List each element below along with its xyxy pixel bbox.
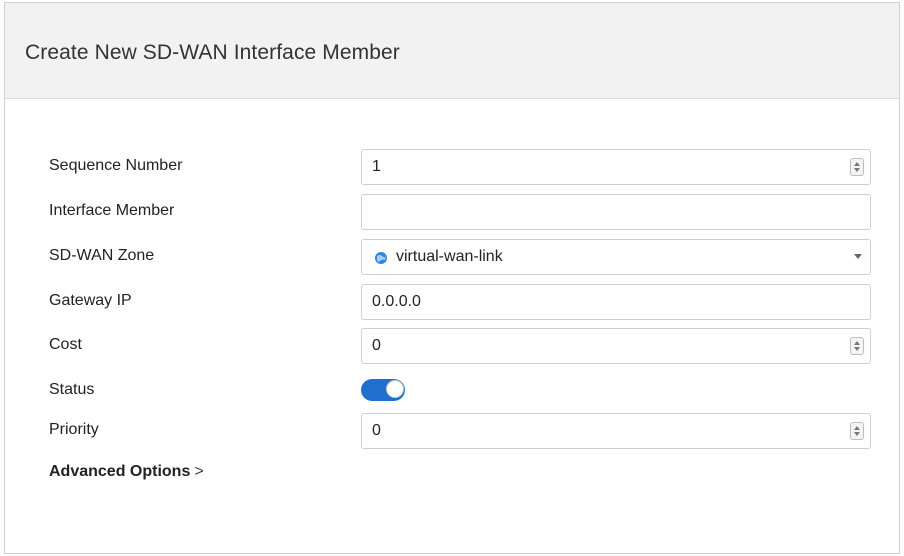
sequence-number-value: 1 <box>372 158 381 175</box>
spinner-icon[interactable] <box>850 337 864 355</box>
interface-member-label: Interface Member <box>49 202 175 219</box>
gateway-ip-value: 0.0.0.0 <box>372 293 421 310</box>
priority-label: Priority <box>49 421 99 438</box>
globe-icon <box>375 252 387 264</box>
row-cost: Cost 0 <box>49 328 879 364</box>
row-gateway-ip: Gateway IP 0.0.0.0 <box>49 284 879 320</box>
chevron-down-icon[interactable] <box>854 254 862 259</box>
row-interface-member: Interface Member <box>49 194 879 230</box>
cost-value: 0 <box>372 337 381 354</box>
cost-input[interactable]: 0 <box>361 328 871 364</box>
row-sdwan-zone: SD-WAN Zone virtual-wan-link <box>49 239 879 275</box>
gateway-ip-label: Gateway IP <box>49 292 132 309</box>
row-priority: Priority 0 <box>49 413 879 449</box>
sdwan-zone-select[interactable]: virtual-wan-link <box>361 239 871 275</box>
chevron-right-icon: > <box>194 463 204 480</box>
spinner-icon[interactable] <box>850 422 864 440</box>
dialog-title: Create New SD-WAN Interface Member <box>25 41 400 64</box>
priority-value: 0 <box>372 422 381 439</box>
advanced-options-label: Advanced Options <box>49 463 191 480</box>
sdwan-zone-value: virtual-wan-link <box>396 248 503 265</box>
row-sequence-number: Sequence Number 1 <box>49 149 879 185</box>
dialog-header: Create New SD-WAN Interface Member <box>5 3 899 99</box>
status-label: Status <box>49 381 95 398</box>
spinner-icon[interactable] <box>850 158 864 176</box>
sequence-number-label: Sequence Number <box>49 157 183 174</box>
priority-input[interactable]: 0 <box>361 413 871 449</box>
create-sdwan-member-dialog: Create New SD-WAN Interface Member Seque… <box>4 2 900 554</box>
sdwan-zone-label: SD-WAN Zone <box>49 247 155 264</box>
toggle-knob <box>386 380 404 398</box>
gateway-ip-input[interactable]: 0.0.0.0 <box>361 284 871 320</box>
status-toggle[interactable] <box>361 379 405 401</box>
interface-member-input[interactable] <box>361 194 871 230</box>
sequence-number-input[interactable]: 1 <box>361 149 871 185</box>
advanced-options-link[interactable]: Advanced Options > <box>49 463 204 481</box>
row-status: Status <box>49 373 879 409</box>
cost-label: Cost <box>49 336 82 353</box>
